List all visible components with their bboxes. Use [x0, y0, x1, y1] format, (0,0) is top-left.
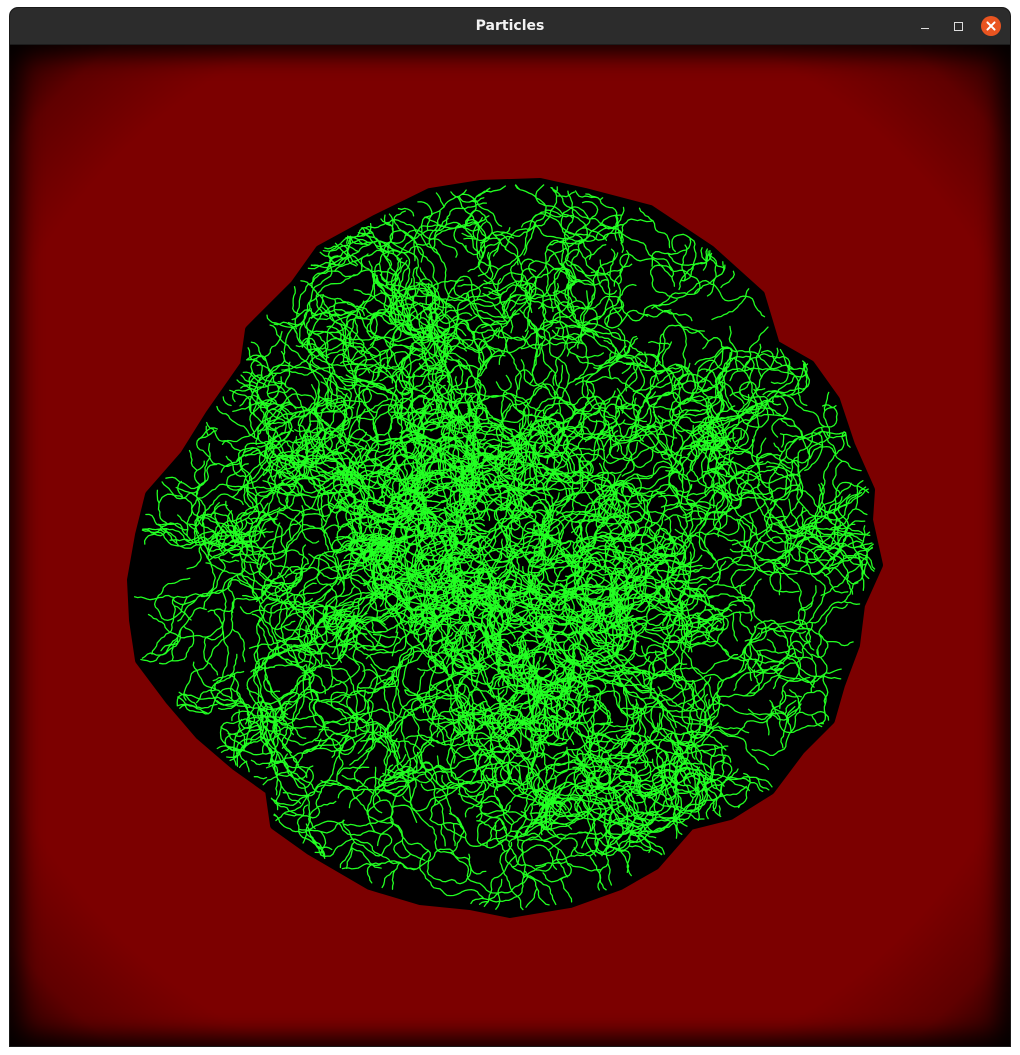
close-button[interactable]	[981, 16, 1001, 36]
minimize-button[interactable]	[915, 16, 935, 36]
particle-cluster	[127, 178, 883, 918]
maximize-button[interactable]	[948, 16, 968, 36]
minimize-icon	[921, 27, 929, 30]
app-window: Particles	[10, 8, 1010, 1046]
maximize-icon	[953, 21, 963, 31]
window-title: Particles	[475, 18, 545, 34]
close-icon	[986, 21, 996, 31]
title-bar[interactable]: Particles	[10, 8, 1010, 45]
simulation-canvas[interactable]	[10, 45, 1010, 1046]
